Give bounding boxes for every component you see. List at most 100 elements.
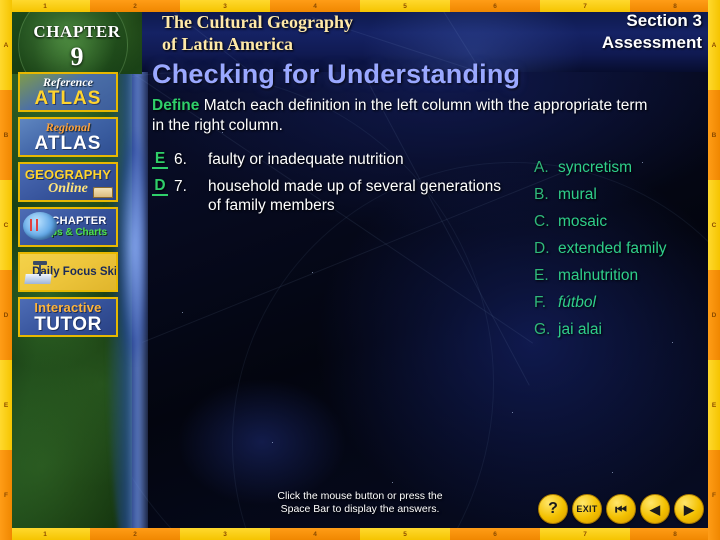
answer-blank[interactable]: D (152, 177, 168, 196)
ruler-mark-d: D (708, 270, 720, 360)
ruler-mark-7: 7 (540, 0, 630, 12)
chapter-number: 9 (70, 42, 84, 71)
ruler-mark-6: 6 (450, 528, 540, 540)
ruler-mark-f: F (708, 450, 720, 540)
sidebar-item-regional-atlas[interactable]: Regional ATLAS (18, 117, 118, 157)
ruler-mark-b: B (0, 90, 12, 180)
ruler-mark-c: C (0, 180, 12, 270)
term-list: A. syncretism B. mural C. mosaic D. exte… (534, 158, 709, 347)
term-letter: A. (534, 159, 549, 176)
sidebar-item-label: Regional (45, 120, 91, 134)
sidebar-item-chapter-maps-charts[interactable]: CHAPTER Maps & Charts (18, 207, 118, 247)
ruler-mark-a: A (0, 0, 12, 90)
term-text: syncretism (558, 159, 633, 176)
sidebar-item-label: ATLAS (34, 88, 102, 109)
chart-line-icon (28, 219, 54, 231)
next-slide-button[interactable]: ▶ (674, 494, 704, 524)
directions-label: Define (152, 97, 200, 114)
ruler-mark-d: D (0, 270, 12, 360)
skip-to-start-icon: ⏮ (615, 501, 627, 517)
question-number: 7. (174, 178, 187, 195)
sidebar-item-interactive-tutor[interactable]: Interactive TUTOR (18, 297, 118, 337)
ruler-top: 12345678 (0, 0, 720, 12)
question-answer-area: E 6. faulty or inadequate nutrition D 7.… (152, 150, 708, 410)
triangle-left-icon: ◀ (650, 501, 660, 517)
term-row: F. fútbol (534, 293, 709, 312)
ruler-mark-2: 2 (90, 528, 180, 540)
help-button[interactable]: ? (538, 494, 568, 524)
page-title: Checking for Understanding (152, 59, 521, 89)
term-text: fútbol (558, 294, 596, 311)
sidebar-item-label: GEOGRAPHY (24, 167, 112, 182)
ruler-mark-8: 8 (630, 0, 720, 12)
question-number: 6. (174, 151, 187, 168)
first-slide-button[interactable]: ⏮ (606, 494, 636, 524)
sidebar-item-geography-online[interactable]: GEOGRAPHY Online (18, 162, 118, 202)
ruler-mark-7: 7 (540, 528, 630, 540)
term-row: C. mosaic (534, 212, 709, 231)
term-text: jai alai (558, 321, 602, 338)
ruler-mark-5: 5 (360, 528, 450, 540)
projector-icon (24, 261, 52, 284)
term-letter: B. (534, 186, 549, 203)
footer-hint: Click the mouse button or press the Spac… (180, 490, 540, 516)
navigation-bar: ? EXIT ⏮ ◀ ▶ (538, 494, 704, 524)
previous-slide-button[interactable]: ◀ (640, 494, 670, 524)
course-title: The Cultural Geography of Latin America (162, 11, 492, 55)
answer-blank[interactable]: E (152, 150, 168, 169)
ruler-left: ABCDEF (0, 0, 12, 540)
ruler-mark-8: 8 (630, 528, 720, 540)
course-title-line2: of Latin America (162, 34, 293, 54)
sidebar-item-label: Interactive (34, 299, 102, 315)
question-row: D 7. household made up of several genera… (152, 177, 502, 215)
ruler-mark-e: E (708, 360, 720, 450)
ruler-mark-f: F (0, 450, 12, 540)
sidebar-item-daily-focus-skills[interactable]: Daily Focus Skills (18, 252, 118, 292)
ruler-mark-4: 4 (270, 528, 360, 540)
section-title-line1: Section 3 (626, 11, 702, 30)
sidebar-nav: Reference ATLAS Regional ATLAS GEOGRAPHY… (18, 72, 118, 342)
term-text: mosaic (558, 213, 608, 230)
footer-hint-line2: Space Bar to display the answers. (280, 503, 440, 515)
footer-hint-line1: Click the mouse button or press the (277, 490, 443, 502)
main-content: Checking for Understanding Define Match … (152, 58, 708, 410)
sidebar-item-label: Reference (43, 75, 93, 89)
term-letter: G. (534, 321, 551, 338)
section-title: Section 3 Assessment (472, 10, 702, 54)
chapter-label: CHAPTER (33, 22, 121, 41)
directions-text: Match each definition in the left column… (152, 97, 648, 134)
question-list: E 6. faulty or inadequate nutrition D 7.… (152, 150, 502, 223)
directions: Define Match each definition in the left… (152, 96, 652, 136)
ruler-mark-2: 2 (90, 0, 180, 12)
term-row: D. extended family (534, 239, 709, 258)
ruler-right: ABCDEF (708, 0, 720, 540)
question-text: faulty or inadequate nutrition (208, 151, 404, 168)
term-letter: D. (534, 240, 550, 257)
question-row: E 6. faulty or inadequate nutrition (152, 150, 502, 169)
term-text: malnutrition (558, 267, 639, 284)
sidebar-item-label: CHAPTER (51, 215, 107, 227)
ruler-mark-b: B (708, 90, 720, 180)
slide-canvas: CHAPTER 9 The Cultural Geography of Lati… (0, 0, 720, 540)
book-icon (93, 187, 113, 198)
sidebar-item-reference-atlas[interactable]: Reference ATLAS (18, 72, 118, 112)
ruler-mark-a: A (708, 0, 720, 90)
term-row: E. malnutrition (534, 266, 709, 285)
term-row: A. syncretism (534, 158, 709, 177)
question-mark-icon: ? (548, 500, 558, 517)
sidebar-item-label: TUTOR (34, 313, 102, 335)
term-text: mural (558, 186, 597, 203)
ruler-mark-e: E (0, 360, 12, 450)
term-letter: E. (534, 267, 549, 284)
ruler-mark-5: 5 (360, 0, 450, 12)
exit-button[interactable]: EXIT (572, 494, 602, 524)
course-title-line1: The Cultural Geography (162, 12, 354, 32)
term-text: extended family (558, 240, 667, 257)
ruler-mark-3: 3 (180, 0, 270, 12)
sidebar-item-label: ATLAS (34, 133, 102, 154)
chapter-badge: CHAPTER 9 (12, 12, 142, 74)
sidebar-item-label: Online (48, 181, 88, 196)
ruler-mark-3: 3 (180, 528, 270, 540)
term-letter: F. (534, 294, 547, 311)
exit-icon: EXIT (576, 504, 598, 514)
